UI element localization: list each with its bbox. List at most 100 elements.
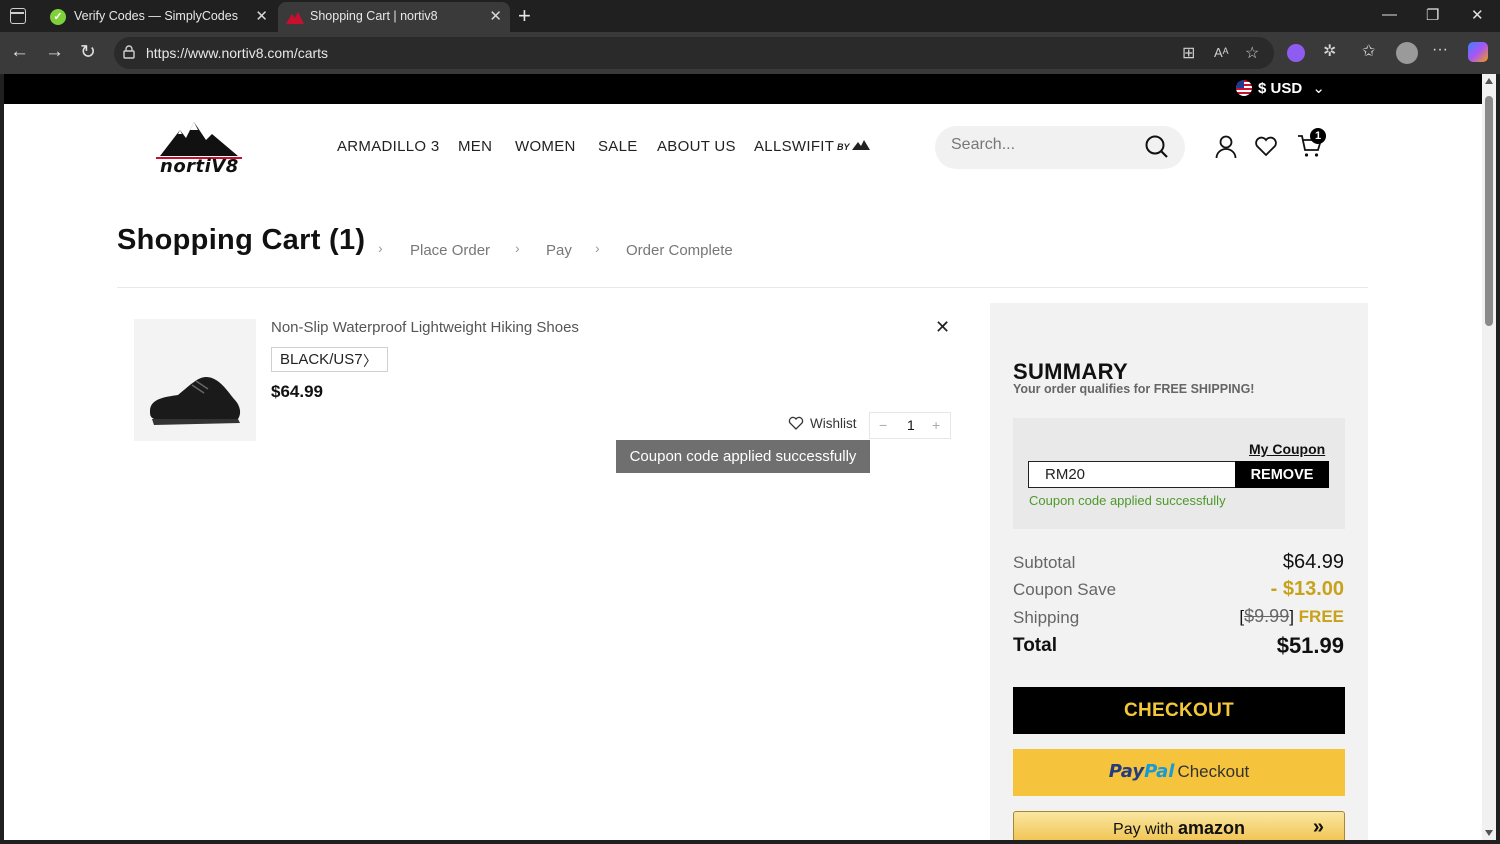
favorite-star-icon[interactable]: ☆ (1245, 43, 1259, 63)
product-price: $64.99 (271, 382, 323, 401)
shipping-value: [$9.99] FREE (1239, 606, 1344, 626)
close-tab-icon[interactable]: ✕ (255, 7, 268, 25)
chevron-right-icon: 〉 (363, 353, 377, 369)
allswifit-brand-badge: BY (837, 140, 870, 152)
total-value: $51.99 (1276, 633, 1344, 658)
step-order-complete: Order Complete (626, 242, 733, 259)
nav-men[interactable]: MEN (458, 138, 492, 155)
wishlist-button[interactable]: Wishlist (788, 416, 857, 431)
divider (117, 287, 1368, 288)
nav-allswifit[interactable]: ALLSWIFIT (754, 138, 834, 155)
back-icon[interactable]: ← (10, 41, 29, 63)
read-aloud-icon[interactable]: Aᴬ (1214, 45, 1229, 60)
quantity-stepper: − 1 + (869, 412, 951, 439)
product-image[interactable] (134, 319, 256, 441)
refresh-icon[interactable]: ↻ (80, 41, 96, 64)
lock-icon (123, 45, 135, 59)
amazon-pay-prefix: Pay with (1113, 821, 1174, 838)
tab-title: Shopping Cart | nortiv8 (310, 9, 438, 23)
cart-count-badge: 1 (1310, 128, 1326, 144)
close-tab-icon[interactable]: ✕ (489, 7, 502, 25)
scroll-up-icon[interactable] (1485, 78, 1493, 84)
restore-icon[interactable]: ❐ (1426, 6, 1439, 24)
search-input[interactable] (951, 136, 1131, 154)
extension-icon[interactable] (1287, 44, 1305, 62)
us-flag-icon (1236, 80, 1252, 96)
step-place-order: Place Order (410, 242, 491, 259)
page-title: Shopping Cart (1) (117, 224, 366, 256)
chevron-right-icon: › (515, 240, 520, 256)
favorites-icon[interactable]: ✩ (1362, 41, 1375, 61)
scroll-down-icon[interactable] (1485, 830, 1493, 836)
wishlist-label: Wishlist (810, 416, 857, 431)
subtotal-value: $64.99 (1282, 551, 1344, 573)
tab-actions-icon[interactable] (10, 8, 26, 24)
forward-icon[interactable]: → (45, 41, 64, 63)
heart-plus-icon (788, 416, 804, 430)
currency-selector[interactable]: $ USD ⌄ (1236, 79, 1325, 97)
mini-logo-icon (851, 140, 870, 150)
tab-nortiv8[interactable]: Shopping Cart | nortiv8 ✕ (278, 2, 510, 32)
paypal-logo: PayPal (1108, 761, 1175, 782)
logo-text: nortiV8 (160, 156, 239, 177)
new-tab-icon[interactable]: + (518, 3, 531, 29)
variant-label: BLACK/US7 (280, 351, 363, 368)
nav-armadillo-3[interactable]: ARMADILLO 3 (337, 138, 440, 155)
chevron-down-icon: ⌄ (1312, 80, 1325, 97)
app-available-icon[interactable]: ⊞ (1182, 43, 1195, 63)
coupon-save-value: - $13.00 (1270, 578, 1344, 600)
toast-notification: Coupon code applied successfully (616, 440, 870, 473)
nav-sale[interactable]: SALE (598, 138, 638, 155)
currency-label: $ USD (1258, 80, 1303, 97)
top-announcement-bar: $ USD ⌄ (4, 74, 1482, 104)
my-coupon-link[interactable]: My Coupon (1249, 441, 1325, 457)
decrease-qty-button[interactable]: − (879, 417, 887, 433)
nav-about-us[interactable]: ABOUT US (657, 138, 736, 155)
product-name[interactable]: Non-Slip Waterproof Lightweight Hiking S… (271, 319, 579, 336)
scrollbar-thumb[interactable] (1485, 96, 1493, 326)
minimize-icon[interactable]: — (1382, 6, 1397, 23)
step-pay: Pay (546, 242, 572, 259)
page-scrollbar[interactable] (1482, 74, 1496, 840)
quantity-value[interactable]: 1 (907, 417, 915, 433)
close-window-icon[interactable]: ✕ (1471, 6, 1484, 24)
simplycodes-favicon-icon: ✓ (50, 9, 66, 25)
address-bar-row: ← → ↻ https://www.nortiv8.com/carts ⊞ Aᴬ… (0, 32, 1500, 74)
hiking-shoe-icon (150, 377, 241, 425)
url-text: https://www.nortiv8.com/carts (146, 45, 329, 61)
extensions-puzzle-icon[interactable]: ✲ (1323, 41, 1336, 61)
browser-tab-bar: ✓ Verify Codes — SimplyCodes ✕ Shopping … (0, 0, 1500, 32)
tab-simplycodes[interactable]: ✓ Verify Codes — SimplyCodes ✕ (42, 2, 276, 32)
subtotal-label: Subtotal (1013, 553, 1076, 572)
chevron-right-icon: › (378, 240, 383, 256)
nav-women[interactable]: WOMEN (515, 138, 576, 155)
paypal-checkout-button[interactable]: PayPal Checkout (1013, 749, 1345, 796)
shipping-original-price: $9.99 (1244, 606, 1290, 626)
shipping-label: Shipping (1013, 608, 1080, 627)
remove-coupon-button[interactable]: REMOVE (1235, 461, 1329, 488)
chevron-right-icon: › (595, 240, 600, 256)
url-field[interactable]: https://www.nortiv8.com/carts ⊞ Aᴬ ☆ (114, 37, 1274, 69)
amazon-logo: amazon (1177, 818, 1245, 838)
coupon-success-message: Coupon code applied successfully (1029, 493, 1226, 508)
paypal-checkout-label: Checkout (1177, 762, 1250, 781)
coupon-save-label: Coupon Save (1013, 580, 1117, 599)
copilot-icon[interactable] (1468, 42, 1488, 62)
remove-item-close-icon[interactable]: ✕ (935, 317, 950, 338)
tab-title: Verify Codes — SimplyCodes (74, 9, 238, 23)
more-menu-icon[interactable]: ··· (1432, 41, 1448, 59)
coupon-code-input[interactable] (1028, 461, 1236, 488)
increase-qty-button[interactable]: + (932, 417, 940, 433)
variant-selector[interactable]: BLACK/US7 〉 (271, 347, 388, 372)
search-icon[interactable] (1144, 134, 1170, 160)
wishlist-heart-icon[interactable] (1254, 135, 1278, 157)
total-label: Total (1013, 635, 1057, 656)
page-viewport: $ USD ⌄ nortiV8 ARMADILLO 3 MEN WOMEN SA… (4, 74, 1482, 840)
shipping-free: FREE (1298, 607, 1344, 626)
checkout-button[interactable]: CHECKOUT (1013, 687, 1345, 734)
account-icon[interactable] (1215, 134, 1237, 160)
amazon-pay-button[interactable]: Pay with amazon » (1013, 811, 1345, 840)
free-shipping-note: Your order qualifies for FREE SHIPPING! (1013, 382, 1255, 396)
profile-avatar[interactable] (1396, 42, 1418, 64)
nortiv8-favicon-icon (286, 12, 304, 24)
